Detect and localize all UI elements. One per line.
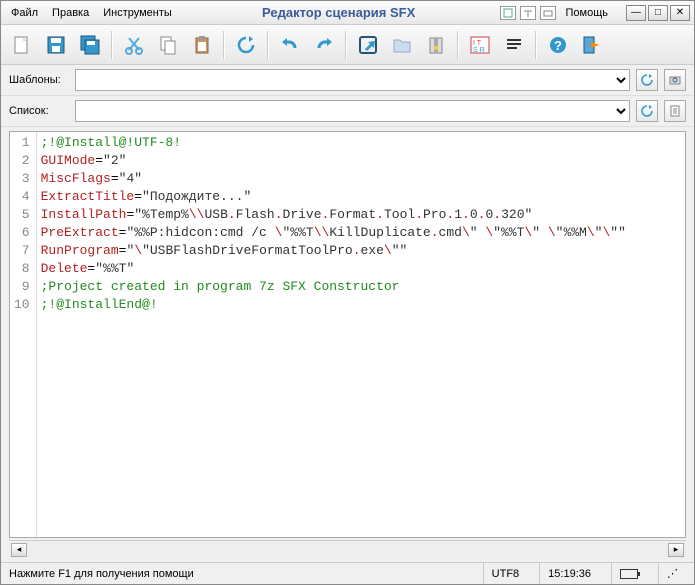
archive-button[interactable] [421,30,451,60]
titlebar-icon-2[interactable] [520,6,536,20]
itsr-button[interactable]: I TS R [465,30,495,60]
export-button[interactable] [353,30,383,60]
help-button[interactable]: ? [543,30,573,60]
titlebar: Файл Правка Инструменты Редактор сценари… [1,1,694,25]
list-label: Список: [9,105,69,117]
minimize-button[interactable]: — [626,5,646,21]
status-encoding: UTF8 [483,563,528,584]
redo-button[interactable] [309,30,339,60]
svg-text:?: ? [554,38,562,53]
horizontal-scrollbar[interactable]: ◂ ▸ [9,540,686,558]
templates-row: Шаблоны: [1,65,694,96]
paste-button[interactable] [187,30,217,60]
list-refresh-button[interactable] [636,100,658,122]
copy-button[interactable] [153,30,183,60]
line-gutter: 12345678910 [10,132,37,537]
templates-browse-button[interactable] [664,69,686,91]
scroll-right-button[interactable]: ▸ [668,543,684,557]
svg-text:S R: S R [473,47,485,54]
menubar: Файл Правка Инструменты [5,5,178,21]
templates-label: Шаблоны: [9,74,69,86]
editor: 12345678910 ;!@Install@!UTF-8!GUIMode="2… [9,131,686,538]
lines-button[interactable] [499,30,529,60]
refresh-button[interactable] [231,30,261,60]
svg-text:I T: I T [473,40,482,47]
list-row: Список: [1,96,694,127]
undo-button[interactable] [275,30,305,60]
cut-button[interactable] [119,30,149,60]
menu-edit[interactable]: Правка [46,5,95,21]
titlebar-icon-1[interactable] [500,6,516,20]
app-window: Файл Правка Инструменты Редактор сценари… [0,0,695,585]
status-time: 15:19:36 [539,563,599,584]
templates-select[interactable] [75,69,630,91]
menu-tools[interactable]: Инструменты [97,5,178,21]
titlebar-icon-3[interactable] [540,6,556,20]
status-resize-grip[interactable]: ⋰ [658,563,686,584]
new-file-button[interactable] [7,30,37,60]
list-edit-button[interactable] [664,100,686,122]
menu-help[interactable]: Помощь [560,5,615,21]
menu-file[interactable]: Файл [5,5,44,21]
list-select[interactable] [75,100,630,122]
scroll-left-button[interactable]: ◂ [11,543,27,557]
status-battery-icon [611,563,646,584]
exit-button[interactable] [577,30,607,60]
save-button[interactable] [41,30,71,60]
statusbar: Нажмите F1 для получения помощи UTF8 15:… [1,562,694,584]
folder-button[interactable] [387,30,417,60]
close-button[interactable]: ✕ [670,5,690,21]
code-editor[interactable]: 12345678910 ;!@Install@!UTF-8!GUIMode="2… [10,132,685,537]
templates-refresh-button[interactable] [636,69,658,91]
maximize-button[interactable]: □ [648,5,668,21]
save-all-button[interactable] [75,30,105,60]
toolbar: I TS R ? [1,25,694,65]
code-area[interactable]: ;!@Install@!UTF-8!GUIMode="2"MiscFlags="… [37,132,685,537]
status-hint: Нажмите F1 для получения помощи [9,568,194,580]
window-title: Редактор сценария SFX [178,5,500,20]
